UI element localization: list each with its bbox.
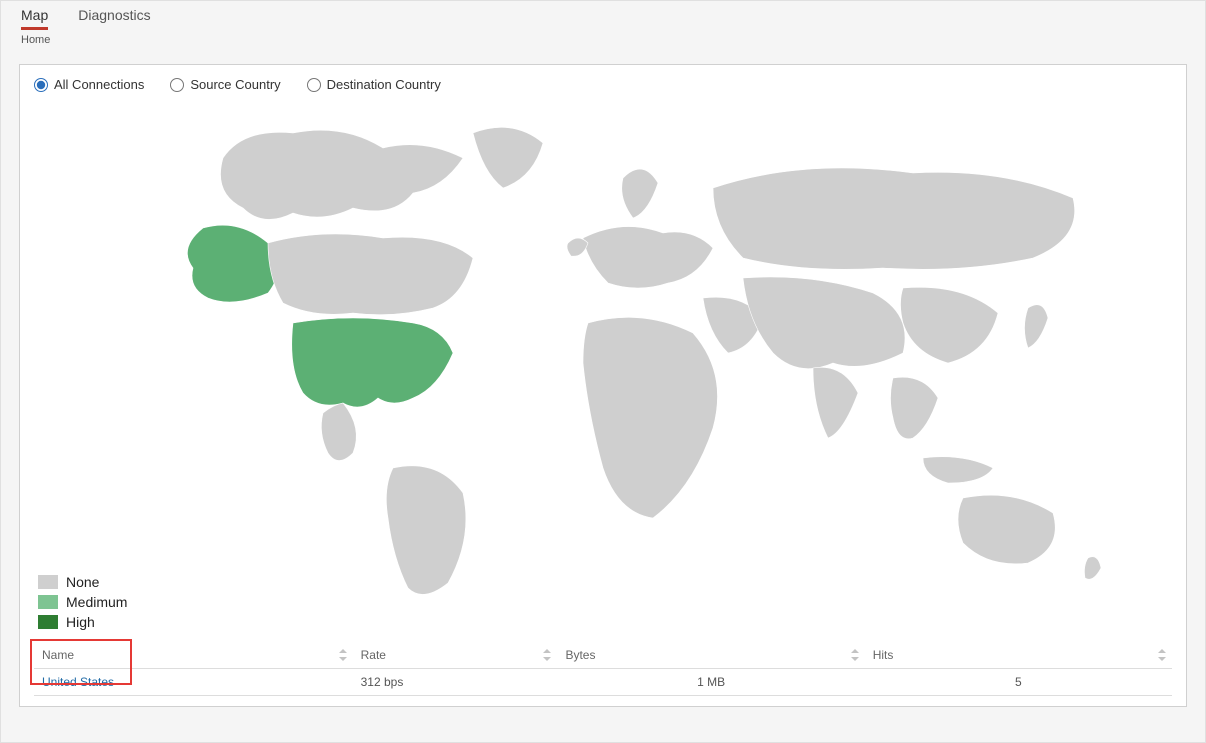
filter-destination-country[interactable]: Destination Country — [307, 77, 441, 92]
legend-medium: Medimum — [38, 592, 127, 612]
cell-name[interactable]: United States — [34, 669, 353, 696]
legend-high: High — [38, 612, 127, 632]
filter-all-connections-input[interactable] — [34, 78, 48, 92]
col-hits-label: Hits — [873, 648, 894, 662]
filter-radio-group: All Connections Source Country Destinati… — [34, 77, 1172, 92]
legend-none: None — [38, 572, 127, 592]
col-bytes-label: Bytes — [565, 648, 595, 662]
filter-source-country[interactable]: Source Country — [170, 77, 280, 92]
sort-icon[interactable] — [1158, 649, 1166, 661]
cell-bytes: 1 MB — [557, 669, 864, 696]
table-header-row: Name Rate Bytes Hits — [34, 642, 1172, 669]
country-usa — [292, 318, 453, 407]
cell-hits: 5 — [865, 669, 1172, 696]
filter-all-connections-label: All Connections — [54, 77, 144, 92]
tab-map[interactable]: Map — [21, 3, 48, 30]
col-bytes[interactable]: Bytes — [557, 642, 864, 669]
col-name-label: Name — [42, 648, 74, 662]
tab-diagnostics[interactable]: Diagnostics — [78, 3, 150, 30]
filter-destination-country-label: Destination Country — [327, 77, 441, 92]
cell-rate: 312 bps — [353, 669, 558, 696]
tab-bar: Map Diagnostics — [1, 1, 1205, 30]
legend-swatch-high — [38, 615, 58, 629]
connections-table: Name Rate Bytes Hits — [34, 642, 1172, 696]
legend-label-medium: Medimum — [66, 592, 127, 612]
map-legend: None Medimum High — [38, 572, 127, 632]
col-rate[interactable]: Rate — [353, 642, 558, 669]
col-name[interactable]: Name — [34, 642, 353, 669]
world-map[interactable]: None Medimum High — [34, 98, 1172, 638]
sort-icon[interactable] — [339, 649, 347, 661]
world-map-svg — [43, 98, 1163, 618]
col-hits[interactable]: Hits — [865, 642, 1172, 669]
legend-swatch-medium — [38, 595, 58, 609]
legend-label-none: None — [66, 572, 99, 592]
country-usa-alaska — [187, 225, 278, 302]
breadcrumb[interactable]: Home — [1, 30, 1205, 52]
filter-all-connections[interactable]: All Connections — [34, 77, 144, 92]
col-rate-label: Rate — [361, 648, 386, 662]
sort-icon[interactable] — [543, 649, 551, 661]
table-row[interactable]: United States 312 bps 1 MB 5 — [34, 669, 1172, 696]
filter-source-country-input[interactable] — [170, 78, 184, 92]
page-root: Map Diagnostics Home All Connections Sou… — [0, 0, 1206, 743]
legend-label-high: High — [66, 612, 95, 632]
filter-source-country-label: Source Country — [190, 77, 280, 92]
legend-swatch-none — [38, 575, 58, 589]
filter-destination-country-input[interactable] — [307, 78, 321, 92]
main-panel: All Connections Source Country Destinati… — [19, 64, 1187, 707]
sort-icon[interactable] — [851, 649, 859, 661]
